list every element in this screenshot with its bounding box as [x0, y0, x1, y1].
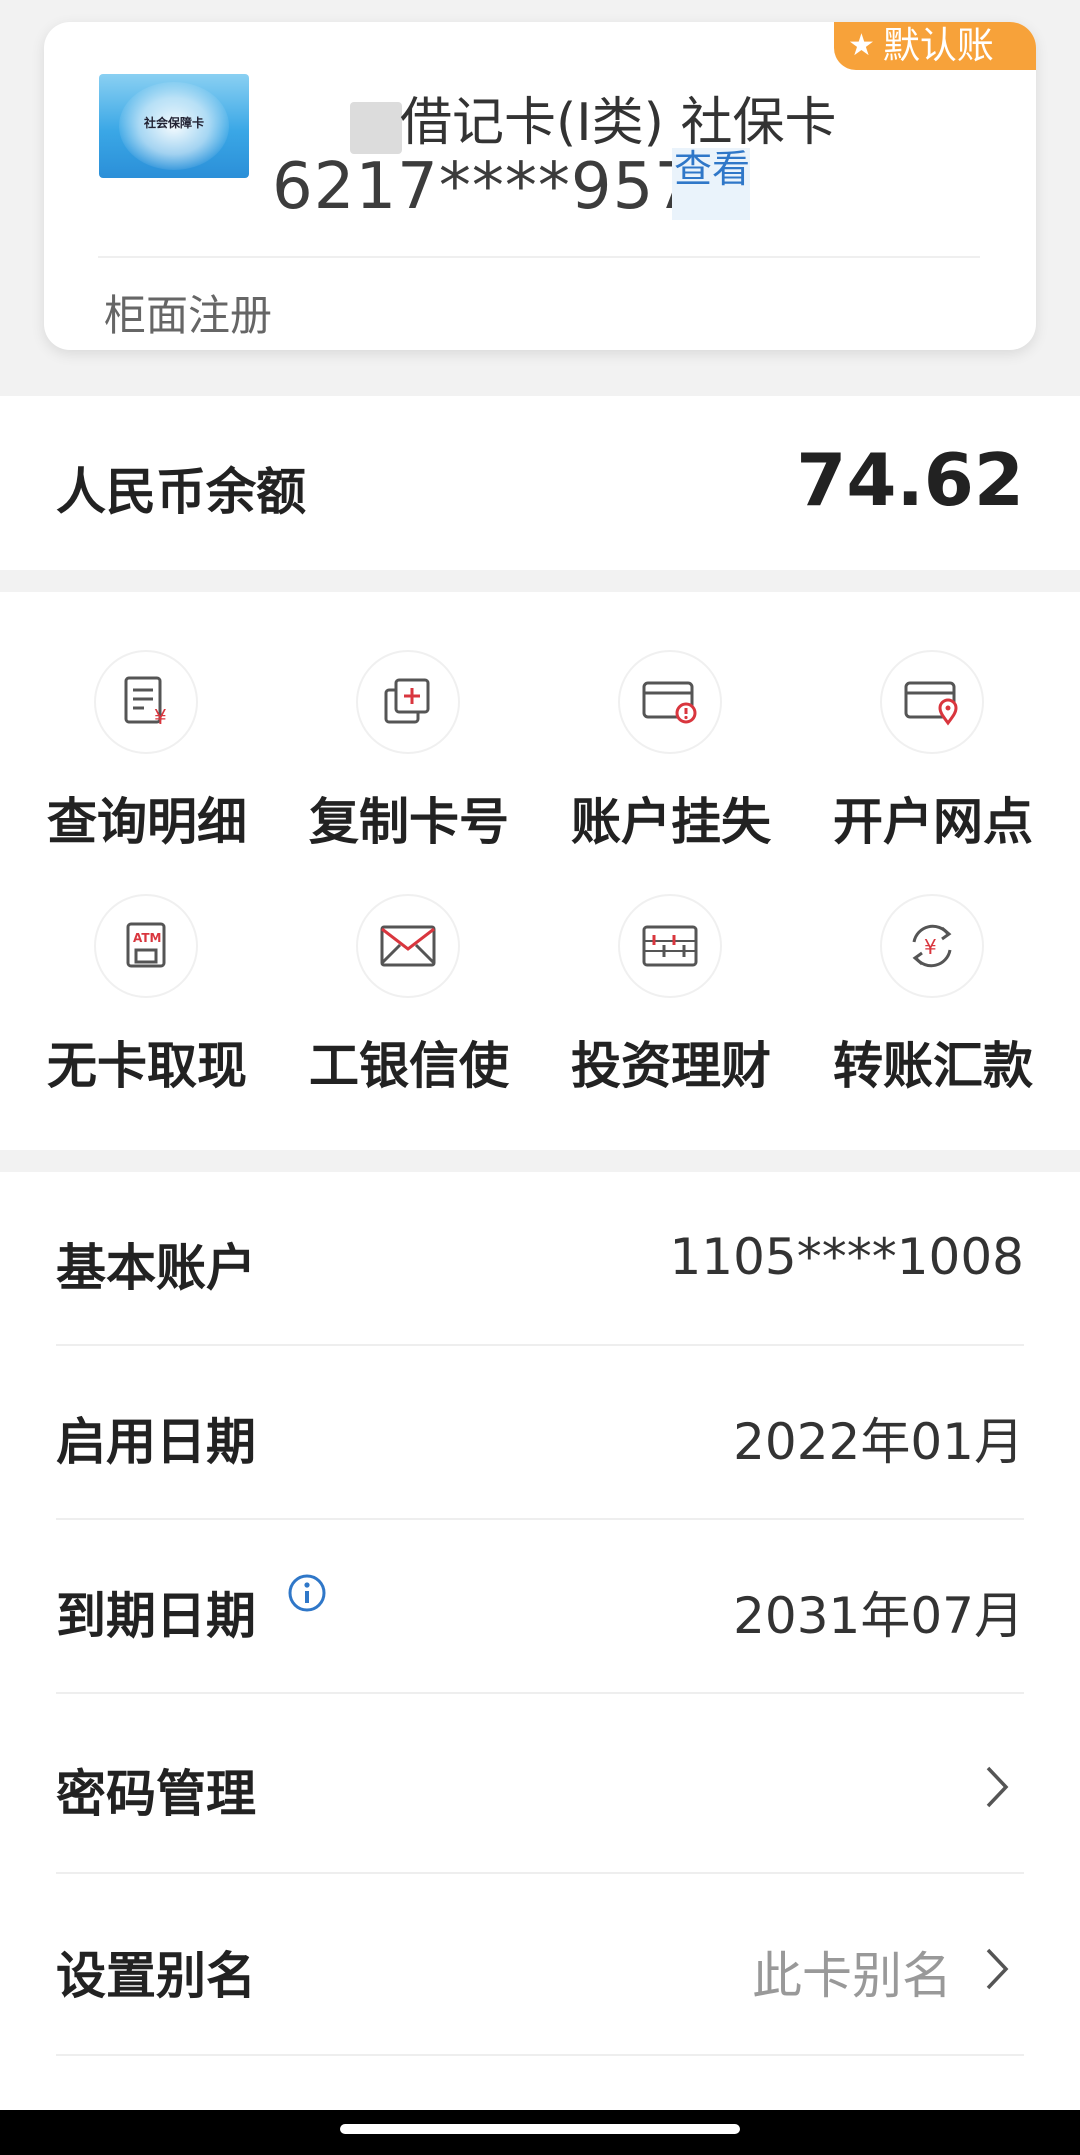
card-name: 借记卡(I类) 社保卡: [400, 93, 837, 153]
card-image-text: 社会保障卡: [143, 116, 204, 130]
statement-icon: ¥: [124, 676, 167, 729]
balance-value: 74.62: [796, 438, 1024, 522]
function-grid: ¥ 查询明细 复制卡号 账户挂失 开户网点 ATM 无卡取现 工银信使 投资理财…: [0, 592, 1080, 1150]
envelope-icon: [380, 925, 436, 967]
set-alias-label: 设置别名: [56, 1947, 256, 2005]
star-icon: ★: [848, 28, 875, 63]
abacus-icon: [642, 925, 698, 967]
password-management-label: 密码管理: [56, 1765, 256, 1823]
function-label: 投资理财: [571, 1037, 771, 1095]
expiry-date-row: 到期日期 2031年07月: [56, 1520, 1024, 1694]
function-report-loss[interactable]: 账户挂失: [536, 592, 806, 851]
account-card[interactable]: ★ 默认账 社会保障卡 借记卡(I类) 社保卡 6217****9573 查看 …: [44, 22, 1036, 350]
account-info-list: 基本账户 1105****1008 启用日期 2022年01月 到期日期 203…: [0, 1172, 1080, 2110]
copy-icon: [384, 678, 430, 724]
basic-account-value: 1105****1008: [669, 1228, 1025, 1286]
function-label: 无卡取现: [47, 1037, 247, 1095]
password-management-row[interactable]: 密码管理: [56, 1694, 1024, 1874]
registration-note: 柜面注册: [104, 291, 273, 340]
card-number: 6217****9573: [272, 150, 738, 224]
function-cardless-withdrawal[interactable]: ATM 无卡取现: [12, 836, 282, 1095]
bank-logo-placeholder: [350, 102, 402, 154]
svg-text:¥: ¥: [154, 705, 167, 729]
balance-section: 人民币余额 74.62: [0, 396, 1080, 570]
function-statement[interactable]: ¥ 查询明细: [12, 592, 282, 851]
function-transfer[interactable]: ¥ 转账汇款: [798, 836, 1068, 1095]
expiry-date-label: 到期日期: [56, 1587, 256, 1645]
alias-placeholder: 此卡别名: [752, 1947, 952, 2005]
chevron-right-icon: [986, 1948, 1009, 1990]
function-copy-card-number[interactable]: 复制卡号: [274, 592, 544, 851]
function-label: 转账汇款: [833, 1037, 1033, 1095]
svg-text:ATM: ATM: [133, 931, 161, 945]
default-account-label: 默认账: [882, 24, 994, 67]
start-date-value: 2022年01月: [733, 1413, 1024, 1471]
atm-icon: ATM: [126, 922, 166, 968]
function-icbc-messenger[interactable]: 工银信使: [274, 836, 544, 1095]
default-account-badge: ★ 默认账: [834, 22, 1036, 70]
basic-account-row: 基本账户 1105****1008: [56, 1172, 1024, 1346]
start-date-row: 启用日期 2022年01月: [56, 1346, 1024, 1520]
chevron-right-icon: [986, 1766, 1009, 1808]
set-alias-row[interactable]: 设置别名 此卡别名: [56, 1874, 1024, 2056]
card-divider: [98, 256, 980, 258]
start-date-label: 启用日期: [56, 1413, 256, 1471]
card-loss-icon: [642, 681, 697, 724]
function-label: 工银信使: [309, 1037, 509, 1095]
svg-text:¥: ¥: [924, 935, 937, 959]
info-icon[interactable]: [286, 1572, 328, 1614]
home-indicator[interactable]: [340, 2124, 740, 2134]
function-investment[interactable]: 投资理财: [536, 836, 806, 1095]
social-security-card-image: 社会保障卡: [99, 74, 249, 178]
basic-account-label: 基本账户: [56, 1239, 256, 1297]
card-location-icon: [904, 681, 958, 726]
row-divider: [56, 2054, 1024, 2056]
function-branch[interactable]: 开户网点: [798, 592, 1068, 851]
balance-label: 人民币余额: [56, 463, 306, 521]
view-card-number-button[interactable]: 查看: [672, 148, 750, 220]
expiry-date-value: 2031年07月: [733, 1587, 1024, 1645]
transfer-icon: ¥: [912, 924, 952, 968]
